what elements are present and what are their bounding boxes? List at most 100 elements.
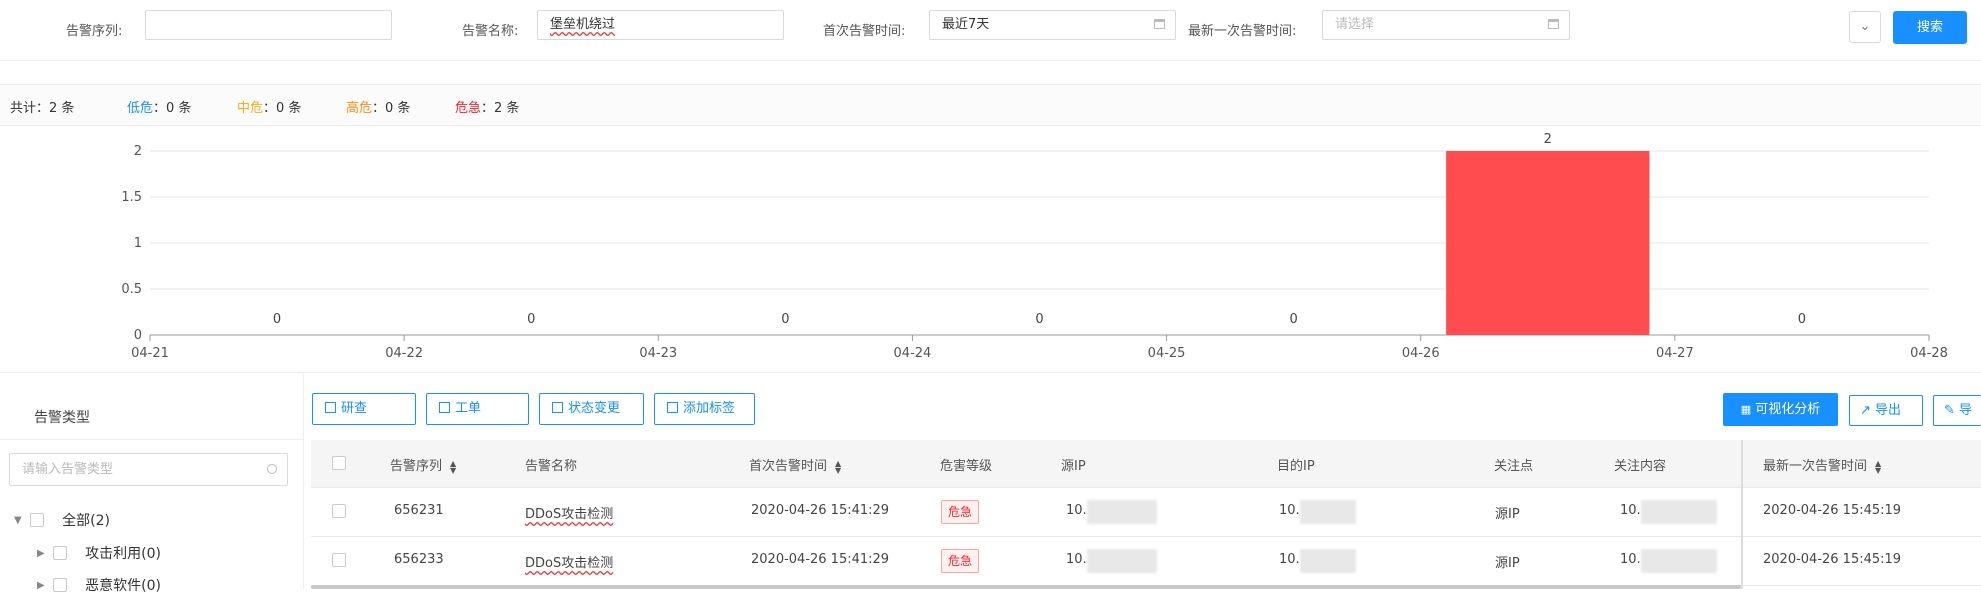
- review-button[interactable]: 研查: [312, 393, 416, 425]
- data-label: 0: [1035, 312, 1043, 327]
- x-tick-label: 04-22: [385, 346, 423, 361]
- export-icon: ↗: [1860, 403, 1871, 418]
- add-tag-button[interactable]: 添加标签: [654, 393, 755, 425]
- data-label: 2: [1544, 132, 1552, 147]
- alert-seq-input[interactable]: [145, 10, 392, 40]
- alert-type-search-input[interactable]: 请输入告警类型: [9, 453, 288, 486]
- bar-chart-icon: ▦: [1740, 403, 1752, 416]
- x-tick-label: 04-24: [894, 346, 932, 361]
- stat-critical: 危急：2 条: [455, 101, 520, 116]
- expand-filters-button[interactable]: ⌄: [1849, 11, 1881, 43]
- table-row[interactable]: 656233 DDoS攻击检测 2020-04-26 15:41:29 危急 1…: [311, 537, 1981, 586]
- status-badge: 危急: [941, 500, 980, 524]
- stat-high-label: 高危: [346, 101, 373, 116]
- caret-right-icon[interactable]: ▶: [37, 548, 45, 559]
- export-more-button[interactable]: ✎ 导: [1933, 395, 1981, 426]
- select-all-checkbox[interactable]: [332, 456, 346, 470]
- col-last-time[interactable]: 最新一次告警时间 ▲ ▼: [1763, 455, 1881, 474]
- tree-node-malware[interactable]: ▶ 恶意软件(0): [37, 575, 161, 595]
- tree-node-attack[interactable]: ▶ 攻击利用(0): [37, 543, 161, 563]
- cell-first-time: 2020-04-26 15:41:29: [751, 503, 890, 518]
- cell-focus-content: 10.: [1620, 552, 1641, 567]
- checkbox[interactable]: [29, 513, 44, 527]
- stat-critical-label: 危急: [455, 101, 482, 116]
- alert-trend-chart: 0 0.5 1 1.5 2 04-21 04-22 04-23 04-24 04-25 04-26 0…: [121, 132, 1948, 361]
- stat-low-label: 低危: [127, 101, 154, 116]
- stat-total: 共计：2 条: [10, 101, 75, 116]
- double-chevron-down-icon: ⌄: [1859, 19, 1871, 34]
- cell-src-ip: 10.: [1066, 552, 1087, 567]
- tree-node-all[interactable]: ▼ 全部(2): [14, 510, 110, 530]
- row-checkbox[interactable]: [332, 504, 346, 518]
- cell-last-time: 2020-04-26 15:45:19: [1763, 552, 1902, 567]
- row-checkbox[interactable]: [332, 553, 346, 567]
- alert-name-input[interactable]: 堡垒机绕过: [537, 10, 784, 40]
- data-label: 0: [1798, 312, 1806, 327]
- edit-icon: [325, 402, 336, 413]
- cell-seq: 656231: [394, 503, 444, 518]
- x-tick-label: 04-25: [1148, 346, 1186, 361]
- x-tick-label: 04-27: [1656, 346, 1694, 361]
- y-tick-label: 1.5: [121, 190, 142, 205]
- col-level: 危害等级: [940, 459, 993, 474]
- col-focus-content: 关注内容: [1614, 459, 1667, 474]
- data-label: 0: [1290, 312, 1298, 327]
- table-header: 告警序列 ▲ ▼ 告警名称 首次告警时间 ▲ ▼ 危害等级 源IP 目的IP 关注点 关…: [311, 440, 1981, 488]
- export-button[interactable]: ↗ 导出: [1849, 395, 1923, 426]
- caret-down-icon[interactable]: ▼: [14, 515, 22, 526]
- col-focus: 关注点: [1494, 459, 1534, 474]
- left-panel-header-divider: [0, 439, 303, 440]
- redacted-mask: [1300, 549, 1356, 573]
- checkbox[interactable]: [52, 546, 67, 560]
- y-tick-label: 0.5: [121, 282, 142, 297]
- data-label: 0: [781, 312, 789, 327]
- redacted-mask: [1300, 500, 1356, 524]
- table-row[interactable]: 656231 DDoS攻击检测 2020-04-26 15:41:29 危急 1…: [311, 488, 1981, 537]
- alert-name-value: 堡垒机绕过: [550, 17, 616, 32]
- stat-mid-label: 中危: [237, 101, 264, 116]
- x-tick-label: 04-21: [131, 346, 169, 361]
- status-change-button[interactable]: 状态变更: [539, 393, 644, 425]
- last-time-placeholder: 请选择: [1335, 17, 1375, 32]
- data-label: 0: [273, 312, 281, 327]
- cell-focus: 源IP: [1495, 556, 1520, 571]
- first-time-picker[interactable]: 最近7天: [929, 10, 1176, 40]
- cell-seq: 656233: [394, 552, 444, 567]
- cell-dst-ip: 10.: [1279, 552, 1300, 567]
- visual-analysis-button[interactable]: ▦ 可视化分析: [1723, 393, 1838, 426]
- col-first-time[interactable]: 首次告警时间 ▲ ▼: [749, 455, 841, 474]
- cell-first-time: 2020-04-26 15:41:29: [751, 552, 890, 567]
- first-time-label: 首次告警时间:: [823, 24, 906, 39]
- cell-name[interactable]: DDoS攻击检测: [525, 503, 613, 522]
- y-tick-label: 1: [134, 236, 142, 251]
- horizontal-scrollbar[interactable]: [311, 585, 1741, 589]
- cell-focus-content: 10.: [1620, 503, 1641, 518]
- checkbox[interactable]: [52, 578, 67, 592]
- x-tick-label: 04-28: [1910, 346, 1948, 361]
- last-time-picker[interactable]: 请选择: [1322, 10, 1570, 40]
- x-tick-label: 04-23: [639, 346, 677, 361]
- sort-icon[interactable]: ▲ ▼: [835, 459, 841, 474]
- fixed-column-divider: [1741, 440, 1743, 589]
- list-icon: [439, 402, 450, 413]
- stat-high: 高危：0 条: [346, 101, 411, 116]
- alert-name-label: 告警名称:: [462, 24, 519, 39]
- data-label: 0: [527, 312, 535, 327]
- col-name: 告警名称: [525, 459, 578, 474]
- sort-icon[interactable]: ▲ ▼: [1875, 459, 1881, 474]
- sort-icon[interactable]: ▲ ▼: [450, 459, 456, 474]
- cell-last-time: 2020-04-26 15:45:19: [1763, 503, 1902, 518]
- alert-seq-label: 告警序列:: [66, 24, 123, 39]
- x-tick-label: 04-26: [1402, 346, 1440, 361]
- y-tick-label: 0: [134, 328, 142, 343]
- first-time-value: 最近7天: [942, 17, 990, 32]
- col-seq[interactable]: 告警序列 ▲ ▼: [390, 455, 456, 474]
- bar: [1446, 151, 1650, 335]
- cell-focus: 源IP: [1495, 507, 1520, 522]
- ticket-button[interactable]: 工单: [426, 393, 529, 425]
- left-panel-divider: [303, 372, 304, 589]
- redacted-mask: [1087, 549, 1157, 573]
- search-button[interactable]: 搜索: [1893, 11, 1967, 44]
- redacted-mask: [1087, 500, 1157, 524]
- cell-name[interactable]: DDoS攻击检测: [525, 552, 613, 571]
